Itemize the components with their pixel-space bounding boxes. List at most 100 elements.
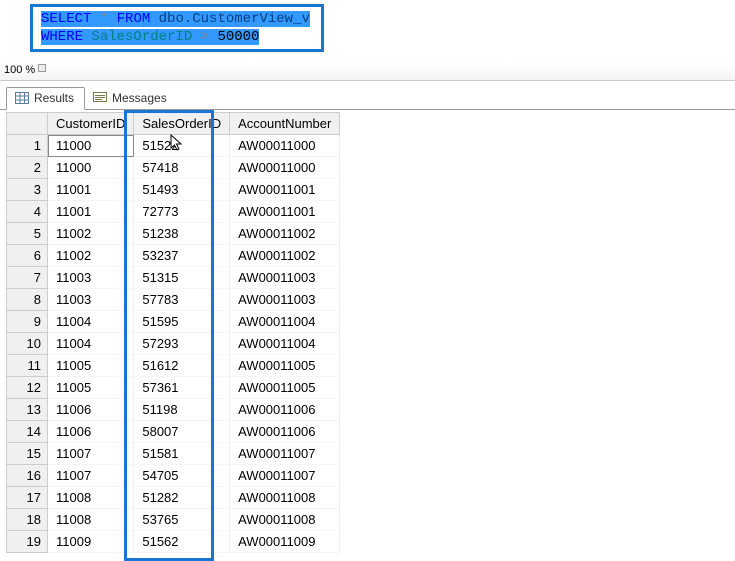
table-row[interactable]: 161100754705AW00011007 xyxy=(7,465,340,487)
cell[interactable]: 11000 xyxy=(48,157,134,179)
row-header[interactable]: 18 xyxy=(7,509,48,531)
row-header[interactable]: 9 xyxy=(7,311,48,333)
row-header[interactable]: 2 xyxy=(7,157,48,179)
cell[interactable]: 51282 xyxy=(134,487,230,509)
cell[interactable]: 11005 xyxy=(48,377,134,399)
row-header[interactable]: 3 xyxy=(7,179,48,201)
row-header[interactable]: 12 xyxy=(7,377,48,399)
cell[interactable]: 57293 xyxy=(134,333,230,355)
row-header[interactable]: 16 xyxy=(7,465,48,487)
cell[interactable]: 57418 xyxy=(134,157,230,179)
col-header-customerid[interactable]: CustomerID xyxy=(48,113,134,135)
row-header[interactable]: 14 xyxy=(7,421,48,443)
cell[interactable]: AW00011008 xyxy=(230,487,340,509)
cell[interactable]: 11007 xyxy=(48,465,134,487)
cell[interactable]: 11006 xyxy=(48,421,134,443)
cell[interactable]: AW00011002 xyxy=(230,245,340,267)
row-header[interactable]: 6 xyxy=(7,245,48,267)
cell[interactable]: 58007 xyxy=(134,421,230,443)
cell[interactable]: 53765 xyxy=(134,509,230,531)
cell[interactable]: 51522 xyxy=(134,135,230,157)
cell[interactable]: 72773 xyxy=(134,201,230,223)
cell[interactable]: 11008 xyxy=(48,487,134,509)
cell[interactable]: AW00011004 xyxy=(230,311,340,333)
table-row[interactable]: 61100253237AW00011002 xyxy=(7,245,340,267)
cell[interactable]: 11009 xyxy=(48,531,134,553)
row-header[interactable]: 15 xyxy=(7,443,48,465)
row-header[interactable]: 8 xyxy=(7,289,48,311)
table-row[interactable]: 51100251238AW00011002 xyxy=(7,223,340,245)
table-row[interactable]: 131100651198AW00011006 xyxy=(7,399,340,421)
table-row[interactable]: 111100551612AW00011005 xyxy=(7,355,340,377)
cell[interactable]: 11006 xyxy=(48,399,134,421)
table-row[interactable]: 21100057418AW00011000 xyxy=(7,157,340,179)
cell[interactable]: 51493 xyxy=(134,179,230,201)
cell[interactable]: 51595 xyxy=(134,311,230,333)
cell[interactable]: 11002 xyxy=(48,223,134,245)
cell[interactable]: AW00011001 xyxy=(230,179,340,201)
table-row[interactable]: 181100853765AW00011008 xyxy=(7,509,340,531)
cell[interactable]: 51581 xyxy=(134,443,230,465)
cell[interactable]: AW00011001 xyxy=(230,201,340,223)
cell[interactable]: 11003 xyxy=(48,289,134,311)
cell[interactable]: 53237 xyxy=(134,245,230,267)
cell[interactable]: AW00011007 xyxy=(230,443,340,465)
cell[interactable]: AW00011006 xyxy=(230,399,340,421)
cell[interactable]: 11008 xyxy=(48,509,134,531)
table-row[interactable]: 31100151493AW00011001 xyxy=(7,179,340,201)
table-row[interactable]: 71100351315AW00011003 xyxy=(7,267,340,289)
table-row[interactable]: 91100451595AW00011004 xyxy=(7,311,340,333)
table-row[interactable]: 41100172773AW00011001 xyxy=(7,201,340,223)
cell[interactable]: 11001 xyxy=(48,201,134,223)
table-row[interactable]: 151100751581AW00011007 xyxy=(7,443,340,465)
row-header[interactable]: 7 xyxy=(7,267,48,289)
cell[interactable]: 54705 xyxy=(134,465,230,487)
cell[interactable]: 51198 xyxy=(134,399,230,421)
row-header[interactable]: 5 xyxy=(7,223,48,245)
table-row[interactable]: 191100951562AW00011009 xyxy=(7,531,340,553)
sql-editor[interactable]: SELECT * FROM dbo.CustomerView_v WHERE S… xyxy=(0,0,735,62)
cell[interactable]: 11007 xyxy=(48,443,134,465)
table-row[interactable]: 11100051522AW00011000 xyxy=(7,135,340,157)
cell[interactable]: AW00011000 xyxy=(230,135,340,157)
cell[interactable]: AW00011008 xyxy=(230,509,340,531)
cell[interactable]: 51562 xyxy=(134,531,230,553)
cell[interactable]: AW00011007 xyxy=(230,465,340,487)
table-row[interactable]: 171100851282AW00011008 xyxy=(7,487,340,509)
cell[interactable]: 11005 xyxy=(48,355,134,377)
cell[interactable]: 51238 xyxy=(134,223,230,245)
cell[interactable]: 57783 xyxy=(134,289,230,311)
zoom-level[interactable]: 100 % xyxy=(0,62,735,81)
table-row[interactable]: 141100658007AW00011006 xyxy=(7,421,340,443)
cell[interactable]: 11003 xyxy=(48,267,134,289)
row-header[interactable]: 1 xyxy=(7,135,48,157)
row-header[interactable]: 10 xyxy=(7,333,48,355)
row-header[interactable]: 17 xyxy=(7,487,48,509)
col-header-salesorderid[interactable]: SalesOrderID xyxy=(134,113,230,135)
cell[interactable]: AW00011005 xyxy=(230,377,340,399)
cell[interactable]: 11004 xyxy=(48,333,134,355)
cell[interactable]: 51315 xyxy=(134,267,230,289)
cell[interactable]: 11000 xyxy=(48,135,134,157)
table-row[interactable]: 81100357783AW00011003 xyxy=(7,289,340,311)
cell[interactable]: AW00011005 xyxy=(230,355,340,377)
cell[interactable]: AW00011000 xyxy=(230,157,340,179)
cell[interactable]: 57361 xyxy=(134,377,230,399)
row-header[interactable]: 4 xyxy=(7,201,48,223)
row-header[interactable]: 11 xyxy=(7,355,48,377)
tab-messages[interactable]: Messages xyxy=(85,88,177,109)
cell[interactable]: AW00011002 xyxy=(230,223,340,245)
cell[interactable]: 11001 xyxy=(48,179,134,201)
row-header[interactable]: 13 xyxy=(7,399,48,421)
results-grid[interactable]: CustomerID SalesOrderID AccountNumber 11… xyxy=(6,112,340,553)
cell[interactable]: AW00011003 xyxy=(230,289,340,311)
cell[interactable]: AW00011003 xyxy=(230,267,340,289)
tab-results[interactable]: Results xyxy=(6,87,85,110)
col-header-accountnumber[interactable]: AccountNumber xyxy=(230,113,340,135)
cell[interactable]: 11004 xyxy=(48,311,134,333)
table-row[interactable]: 101100457293AW00011004 xyxy=(7,333,340,355)
cell[interactable]: AW00011004 xyxy=(230,333,340,355)
corner-header[interactable] xyxy=(7,113,48,135)
cell[interactable]: AW00011006 xyxy=(230,421,340,443)
row-header[interactable]: 19 xyxy=(7,531,48,553)
